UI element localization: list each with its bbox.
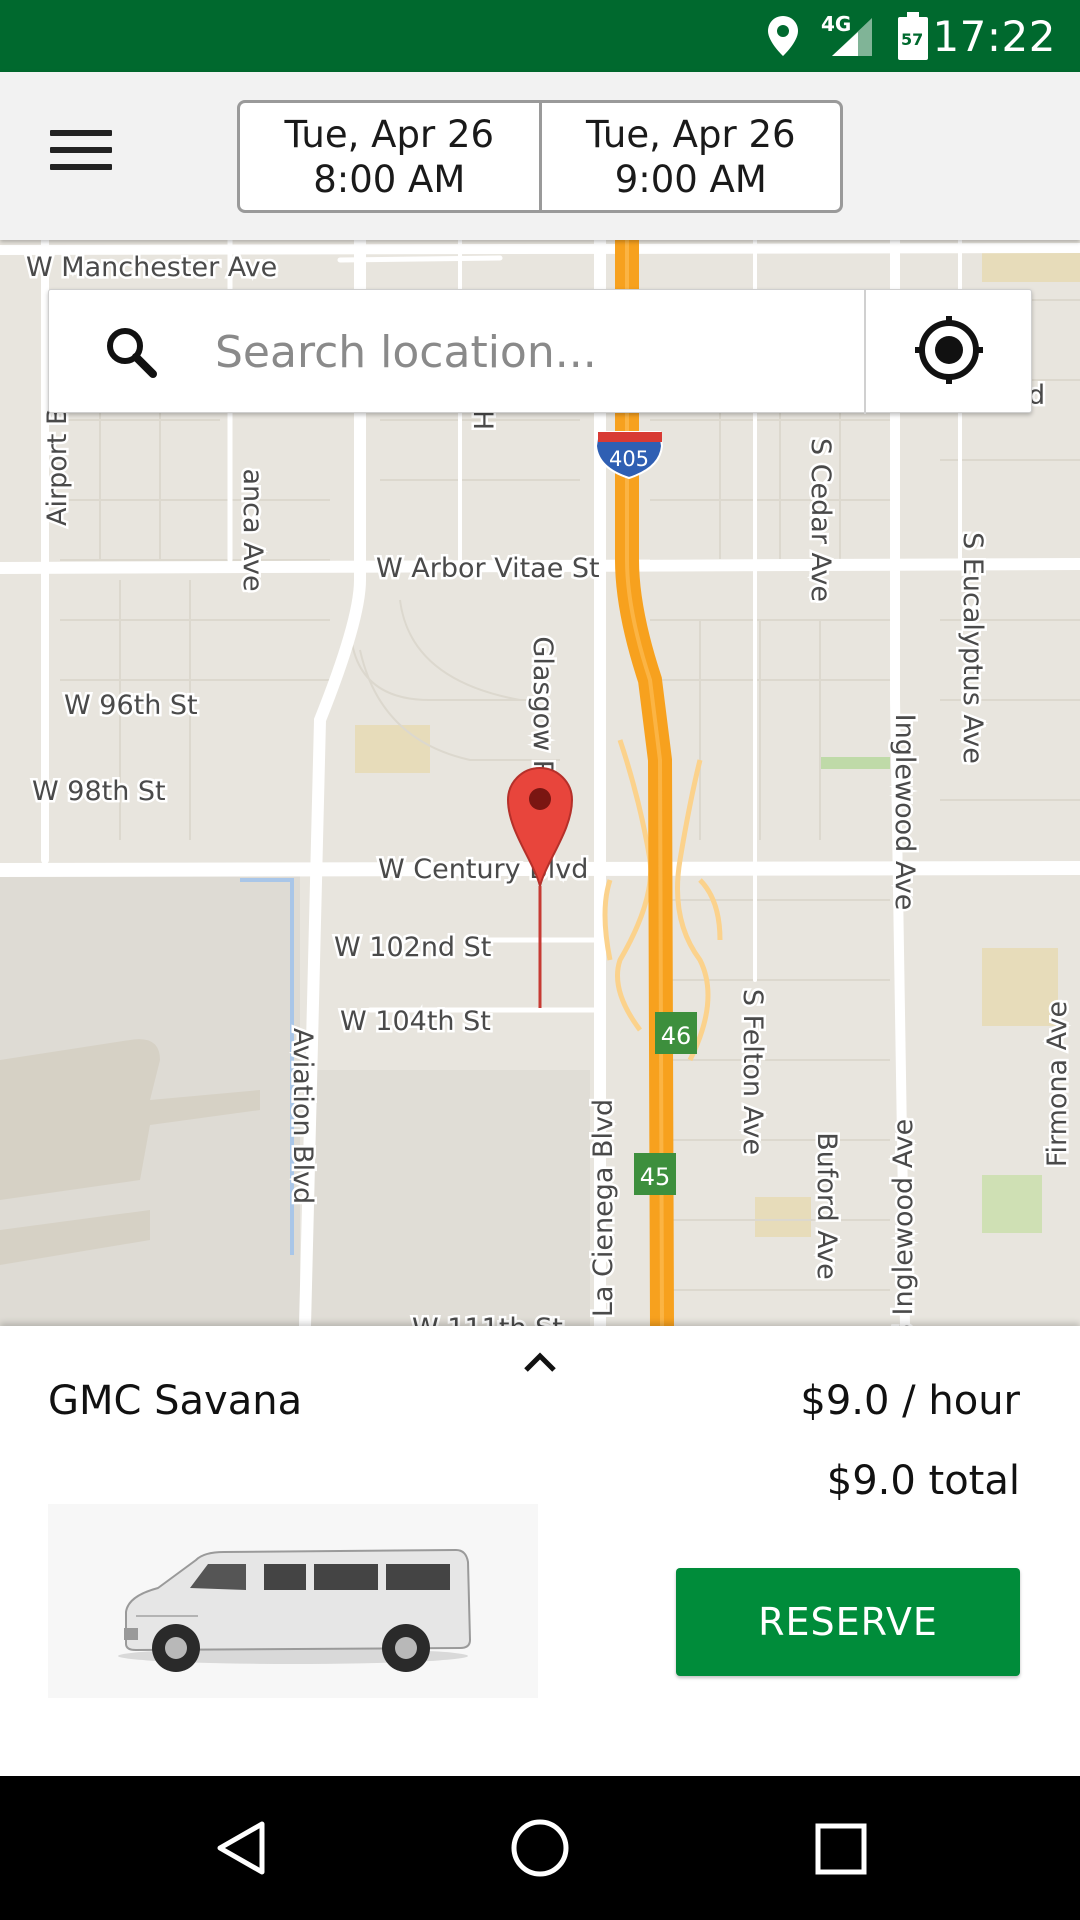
street-label: W 111th St	[412, 1313, 563, 1326]
end-time: 9:00 AM	[614, 157, 767, 201]
status-clock: 17:22	[932, 12, 1056, 61]
hamburger-menu-icon[interactable]	[50, 130, 112, 178]
street-label: S Inglewood Ave	[888, 1119, 919, 1326]
start-date: Tue, Apr 26	[284, 112, 495, 156]
street-label: W 102nd St	[334, 932, 491, 963]
search-input[interactable]	[215, 312, 885, 392]
battery-level-label: 57	[901, 30, 924, 49]
vehicle-sheet: GMC Savana $9.0 / hour $9.0 total RESERV…	[0, 1326, 1080, 1776]
street-label: S Eucalyptus Ave	[957, 532, 988, 764]
street-label: W 98th St	[32, 776, 166, 807]
home-icon[interactable]	[460, 1776, 620, 1920]
start-datetime-button[interactable]: Tue, Apr 26 8:00 AM	[240, 103, 539, 210]
street-label: W Century Blvd	[378, 854, 588, 885]
location-icon	[768, 16, 798, 56]
street-label: Glasgow Pl	[527, 636, 558, 783]
start-time: 8:00 AM	[313, 157, 466, 201]
total-price: $9.0 total	[826, 1458, 1020, 1504]
search-icon[interactable]	[103, 324, 159, 380]
system-nav-bar	[0, 1776, 1080, 1920]
interstate-label: 405	[609, 447, 649, 471]
exit-45-shield: 45	[640, 1163, 671, 1191]
van-photo	[48, 1504, 538, 1698]
street-label: S Felton Ave	[737, 989, 768, 1155]
street-label: Buford Ave	[811, 1132, 842, 1280]
street-label: W 104th St	[340, 1006, 491, 1037]
street-label: Inglewood Ave	[889, 714, 920, 911]
my-location-button[interactable]	[866, 290, 1033, 414]
status-bar: 4G 57 17:22	[0, 0, 1080, 72]
exit-46-shield: 46	[661, 1022, 692, 1050]
street-label: Airport B	[42, 406, 73, 526]
my-location-icon	[915, 316, 983, 384]
street-label: La Cienega Blvd	[588, 1099, 619, 1317]
street-label: Firmona Ave	[1042, 1001, 1073, 1167]
end-datetime-button[interactable]: Tue, Apr 26 9:00 AM	[538, 103, 841, 210]
street-label: S Cedar Ave	[805, 438, 836, 602]
signal-icon	[832, 18, 872, 56]
recents-icon[interactable]	[760, 1776, 920, 1920]
street-label: anca Ave	[237, 468, 268, 591]
end-date: Tue, Apr 26	[585, 112, 796, 156]
street-label: W Arbor Vitae St	[376, 553, 600, 584]
date-range-selector: Tue, Apr 26 8:00 AM Tue, Apr 26 9:00 AM	[237, 100, 843, 213]
back-icon[interactable]	[160, 1776, 320, 1920]
street-label: W Manchester Ave	[26, 252, 277, 283]
vehicle-name: GMC Savana	[48, 1378, 303, 1424]
reserve-button[interactable]: RESERVE	[676, 1568, 1020, 1676]
date-range-bar: Tue, Apr 26 8:00 AM Tue, Apr 26 9:00 AM	[0, 72, 1080, 240]
search-bar	[48, 289, 1033, 414]
street-label: W 96th St	[64, 690, 198, 721]
hourly-rate: $9.0 / hour	[800, 1378, 1020, 1424]
street-label: Aviation Blvd	[287, 1028, 318, 1204]
chevron-up-icon[interactable]	[520, 1346, 560, 1376]
